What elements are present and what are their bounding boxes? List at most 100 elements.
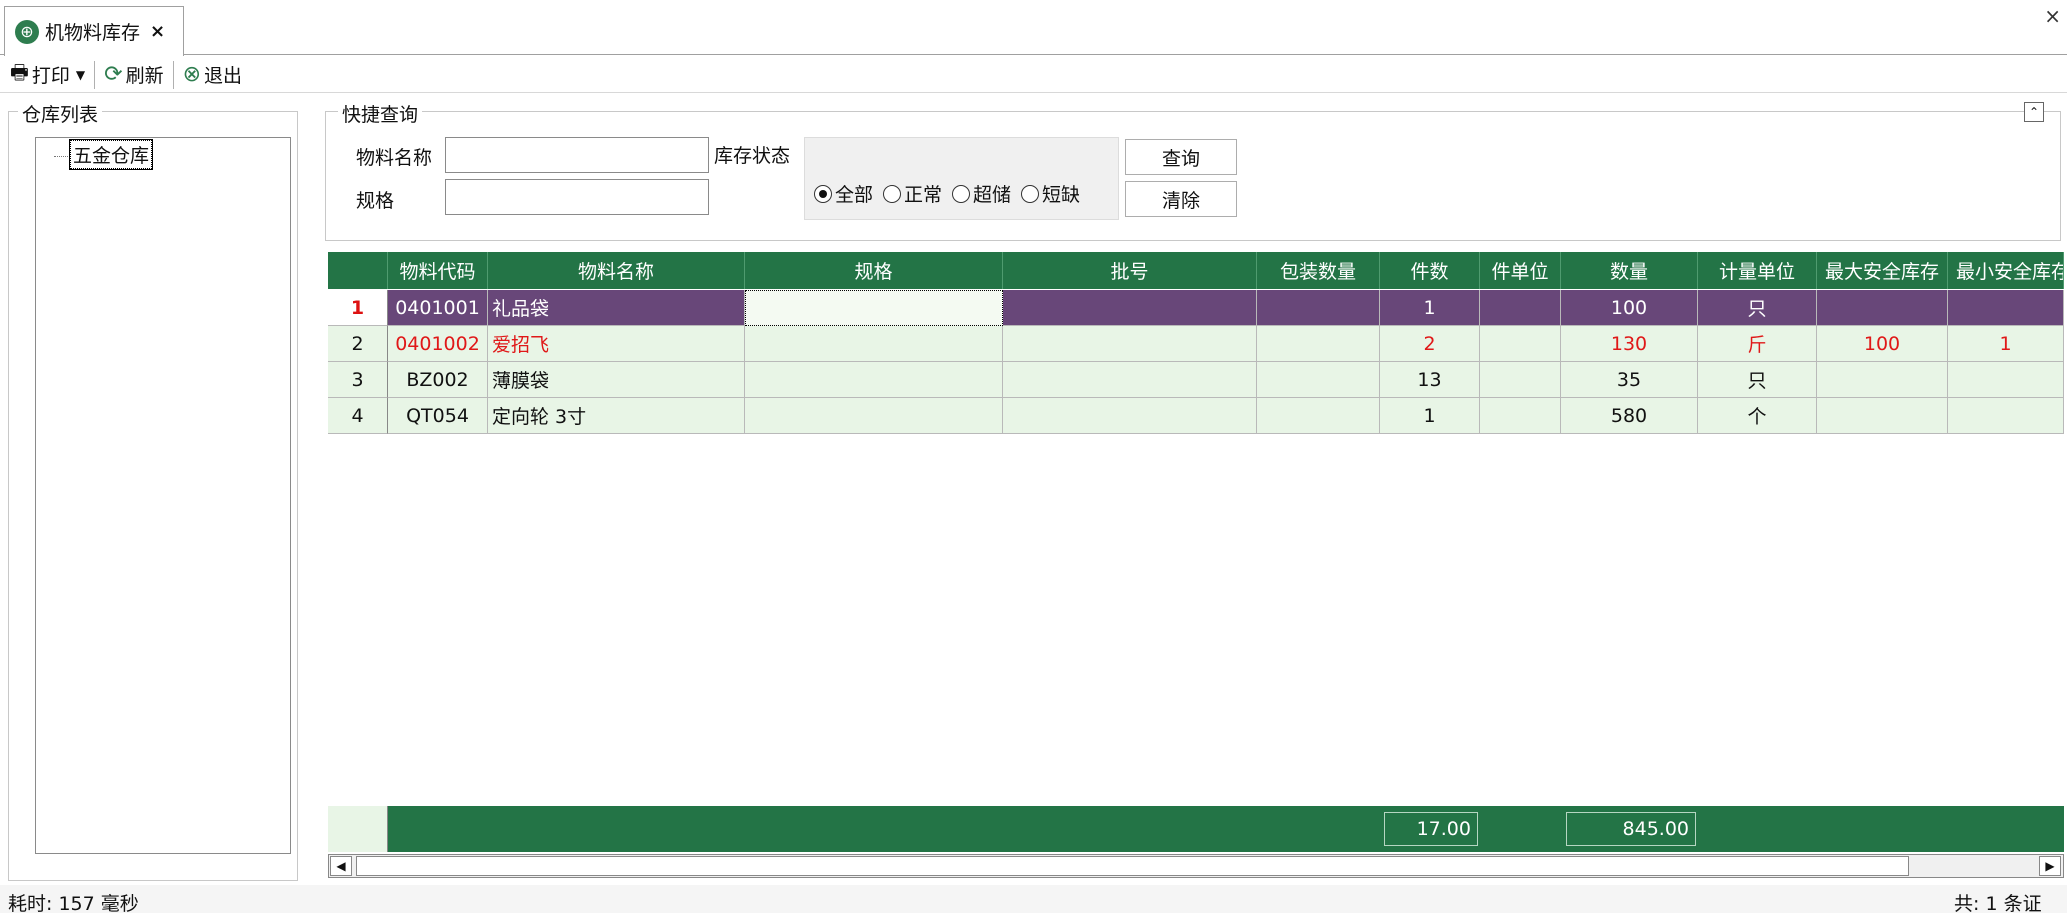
row-number[interactable]: 2 xyxy=(328,326,388,362)
cell-qty[interactable]: 580 xyxy=(1561,398,1698,434)
row-number[interactable]: 1 xyxy=(328,290,388,326)
cell-pieces[interactable]: 1 xyxy=(1380,290,1480,326)
table-row[interactable]: 2 0401002 爱招飞 2 130 斤 100 1 xyxy=(328,326,2064,362)
cell-qty[interactable]: 100 xyxy=(1561,290,1698,326)
header-piece-unit[interactable]: 件单位 xyxy=(1480,252,1561,289)
cell-pieces[interactable]: 2 xyxy=(1380,326,1480,362)
cell-piece-unit[interactable] xyxy=(1480,362,1561,398)
spec-input[interactable] xyxy=(445,179,709,215)
header-code[interactable]: 物料代码 xyxy=(388,252,488,289)
radio-empty-icon xyxy=(1021,184,1040,203)
radio-overstock-label: 超储 xyxy=(973,184,1012,206)
cell-batch[interactable] xyxy=(1003,326,1257,362)
cell-min-stock[interactable] xyxy=(1948,362,2064,398)
cell-spec[interactable] xyxy=(745,290,1003,326)
radio-overstock[interactable]: 超储 xyxy=(952,180,1011,207)
cell-batch[interactable] xyxy=(1003,398,1257,434)
radio-normal-label: 正常 xyxy=(904,184,943,206)
cell-max-stock[interactable] xyxy=(1817,290,1948,326)
cell-pack-qty[interactable] xyxy=(1257,362,1380,398)
exit-label: 退出 xyxy=(204,65,243,87)
tree-node-hardware-warehouse[interactable]: 五金仓库 xyxy=(68,139,154,170)
cell-min-stock[interactable] xyxy=(1948,398,2064,434)
cell-unit[interactable]: 只 xyxy=(1698,362,1817,398)
cell-unit[interactable]: 只 xyxy=(1698,290,1817,326)
refresh-button[interactable]: ⟳ 刷新 xyxy=(100,60,167,90)
cell-pack-qty[interactable] xyxy=(1257,290,1380,326)
table-row[interactable]: 3 BZ002 薄膜袋 13 35 只 xyxy=(328,362,2064,398)
header-min-stock[interactable]: 最小安全库存 xyxy=(1948,252,2064,289)
print-button[interactable]: 🖶 打印 ▼ xyxy=(6,60,89,90)
radio-selected-icon xyxy=(814,184,832,203)
header-name[interactable]: 物料名称 xyxy=(488,252,745,289)
cell-piece-unit[interactable] xyxy=(1480,290,1561,326)
exit-button[interactable]: ⊗ 退出 xyxy=(179,60,246,90)
table-row[interactable]: 4 QT054 定向轮 3寸 1 580 个 xyxy=(328,398,2064,434)
clear-button[interactable]: 清除 xyxy=(1125,181,1237,217)
scroll-left-icon[interactable]: ◀ xyxy=(330,856,352,876)
cell-batch[interactable] xyxy=(1003,362,1257,398)
search-button[interactable]: 查询 xyxy=(1125,139,1237,175)
cell-code[interactable]: QT054 xyxy=(388,398,488,434)
cell-spec[interactable] xyxy=(745,326,1003,362)
cell-spec[interactable] xyxy=(745,362,1003,398)
header-max-stock[interactable]: 最大安全库存 xyxy=(1817,252,1948,289)
cell-pieces[interactable]: 13 xyxy=(1380,362,1480,398)
cell-unit[interactable]: 个 xyxy=(1698,398,1817,434)
header-pieces[interactable]: 件数 xyxy=(1380,252,1480,289)
cell-max-stock[interactable] xyxy=(1817,362,1948,398)
cell-qty[interactable]: 130 xyxy=(1561,326,1698,362)
header-pack-qty[interactable]: 包装数量 xyxy=(1257,252,1380,289)
collapse-up-icon[interactable]: ⌃ xyxy=(2024,102,2044,122)
material-name-input[interactable] xyxy=(445,137,709,173)
cell-piece-unit[interactable] xyxy=(1480,326,1561,362)
tab-material-stock[interactable]: ⊕ 机物料库存 × xyxy=(4,6,184,56)
radio-empty-icon xyxy=(883,184,902,203)
cell-max-stock[interactable]: 100 xyxy=(1817,326,1948,362)
warehouse-tree[interactable] xyxy=(35,137,291,854)
header-batch[interactable]: 批号 xyxy=(1003,252,1257,289)
tab-close-icon[interactable]: × xyxy=(150,21,165,42)
radio-shortage-label: 短缺 xyxy=(1042,184,1081,206)
scrollbar-thumb[interactable] xyxy=(356,856,1909,876)
radio-all[interactable]: 全部 xyxy=(814,180,873,207)
header-qty[interactable]: 数量 xyxy=(1561,252,1698,289)
radio-normal[interactable]: 正常 xyxy=(883,180,942,207)
cell-name[interactable]: 爱招飞 xyxy=(488,326,745,362)
cell-pieces[interactable]: 1 xyxy=(1380,398,1480,434)
radio-shortage[interactable]: 短缺 xyxy=(1021,180,1080,207)
tab-label: 机物料库存 xyxy=(45,22,141,44)
dropdown-arrow-icon[interactable]: ▼ xyxy=(76,68,85,82)
cell-code[interactable]: 0401001 xyxy=(388,290,488,326)
toolbar-separator xyxy=(172,60,174,89)
cell-code[interactable]: BZ002 xyxy=(388,362,488,398)
total-pieces: 17.00 xyxy=(1384,812,1478,846)
cell-batch[interactable] xyxy=(1003,290,1257,326)
header-rownum xyxy=(328,252,388,289)
cell-name[interactable]: 礼品袋 xyxy=(488,290,745,326)
cell-pack-qty[interactable] xyxy=(1257,398,1380,434)
table-row[interactable]: 1 0401001 礼品袋 1 100 只 xyxy=(328,290,2064,326)
cell-spec[interactable] xyxy=(745,398,1003,434)
window-close-icon[interactable]: × xyxy=(2044,4,2061,28)
cell-name[interactable]: 薄膜袋 xyxy=(488,362,745,398)
header-spec[interactable]: 规格 xyxy=(745,252,1003,289)
cell-name[interactable]: 定向轮 3寸 xyxy=(488,398,745,434)
cell-code[interactable]: 0401002 xyxy=(388,326,488,362)
cell-min-stock[interactable] xyxy=(1948,290,2064,326)
record-count: 共: 1 条证 xyxy=(1954,893,2042,913)
refresh-label: 刷新 xyxy=(125,65,164,87)
cell-max-stock[interactable] xyxy=(1817,398,1948,434)
cell-pack-qty[interactable] xyxy=(1257,326,1380,362)
toolbar: 🖶 打印 ▼ ⟳ 刷新 ⊗ 退出 xyxy=(0,57,2067,93)
cell-unit[interactable]: 斤 xyxy=(1698,326,1817,362)
scroll-right-icon[interactable]: ▶ xyxy=(2039,856,2061,876)
header-unit[interactable]: 计量单位 xyxy=(1698,252,1817,289)
cell-min-stock[interactable]: 1 xyxy=(1948,326,2064,362)
row-number[interactable]: 4 xyxy=(328,398,388,434)
warehouse-group-title: 仓库列表 xyxy=(18,100,103,127)
row-number[interactable]: 3 xyxy=(328,362,388,398)
cell-qty[interactable]: 35 xyxy=(1561,362,1698,398)
cell-piece-unit[interactable] xyxy=(1480,398,1561,434)
refresh-icon: ⟳ xyxy=(104,62,123,87)
